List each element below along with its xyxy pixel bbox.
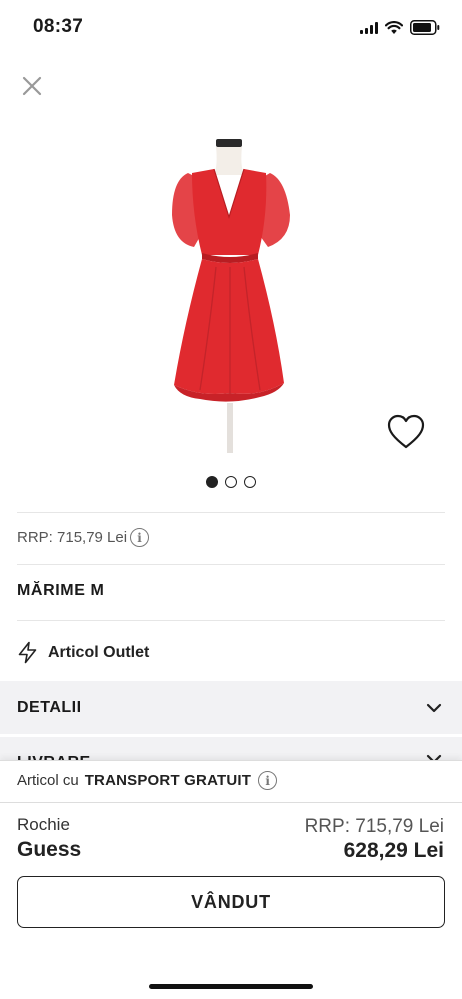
heart-icon: [387, 414, 425, 449]
battery-icon: [410, 20, 440, 35]
status-icons: [360, 20, 440, 35]
free-shipping-prefix: Articol cu: [17, 772, 79, 789]
outlet-label: Articol Outlet: [48, 643, 150, 661]
info-icon[interactable]: i: [130, 528, 150, 547]
chevron-down-icon: [426, 703, 442, 712]
signal-icon: [360, 21, 378, 34]
status-time: 08:37: [33, 16, 84, 37]
product-image[interactable]: [150, 135, 310, 455]
wifi-icon: [385, 20, 403, 34]
purchase-panel: Articol cu TRANSPORT GRATUIT i Rochie Gu…: [0, 760, 462, 999]
lightning-icon: [18, 641, 37, 664]
free-shipping-label: TRANSPORT GRATUIT: [84, 772, 252, 789]
free-shipping-note: Articol cu TRANSPORT GRATUIT i: [17, 771, 278, 790]
rrp-row: RRP: 715,79 Lei i: [17, 528, 150, 547]
close-button[interactable]: [18, 72, 46, 100]
price-current: 628,29 Lei: [343, 839, 444, 862]
divider: [17, 512, 445, 513]
outlet-row: Articol Outlet: [17, 641, 149, 664]
dress-illustration: [172, 139, 290, 453]
price-rrp: RRP: 715,79 Lei: [304, 816, 444, 837]
size-label: MĂRIME M: [17, 582, 105, 599]
close-icon: [22, 76, 42, 96]
divider: [0, 802, 462, 803]
sold-button[interactable]: VÂNDUT: [17, 876, 445, 928]
divider: [17, 620, 445, 621]
wishlist-button[interactable]: [385, 413, 427, 453]
divider: [17, 564, 445, 565]
status-bar: 08:37: [0, 0, 462, 54]
carousel-dot-1[interactable]: [206, 476, 218, 488]
rrp-text: RRP: 715,79 Lei: [17, 529, 128, 546]
product-type: Rochie: [17, 815, 70, 834]
info-icon[interactable]: i: [258, 771, 278, 790]
product-brand: Guess: [17, 838, 82, 861]
carousel-dot-3[interactable]: [244, 476, 256, 488]
accordion-details[interactable]: DETALII: [0, 681, 462, 734]
home-indicator[interactable]: [149, 984, 313, 989]
carousel-dots: [0, 476, 462, 488]
accordion-details-label: DETALII: [17, 698, 82, 716]
carousel-dot-2[interactable]: [225, 476, 237, 488]
